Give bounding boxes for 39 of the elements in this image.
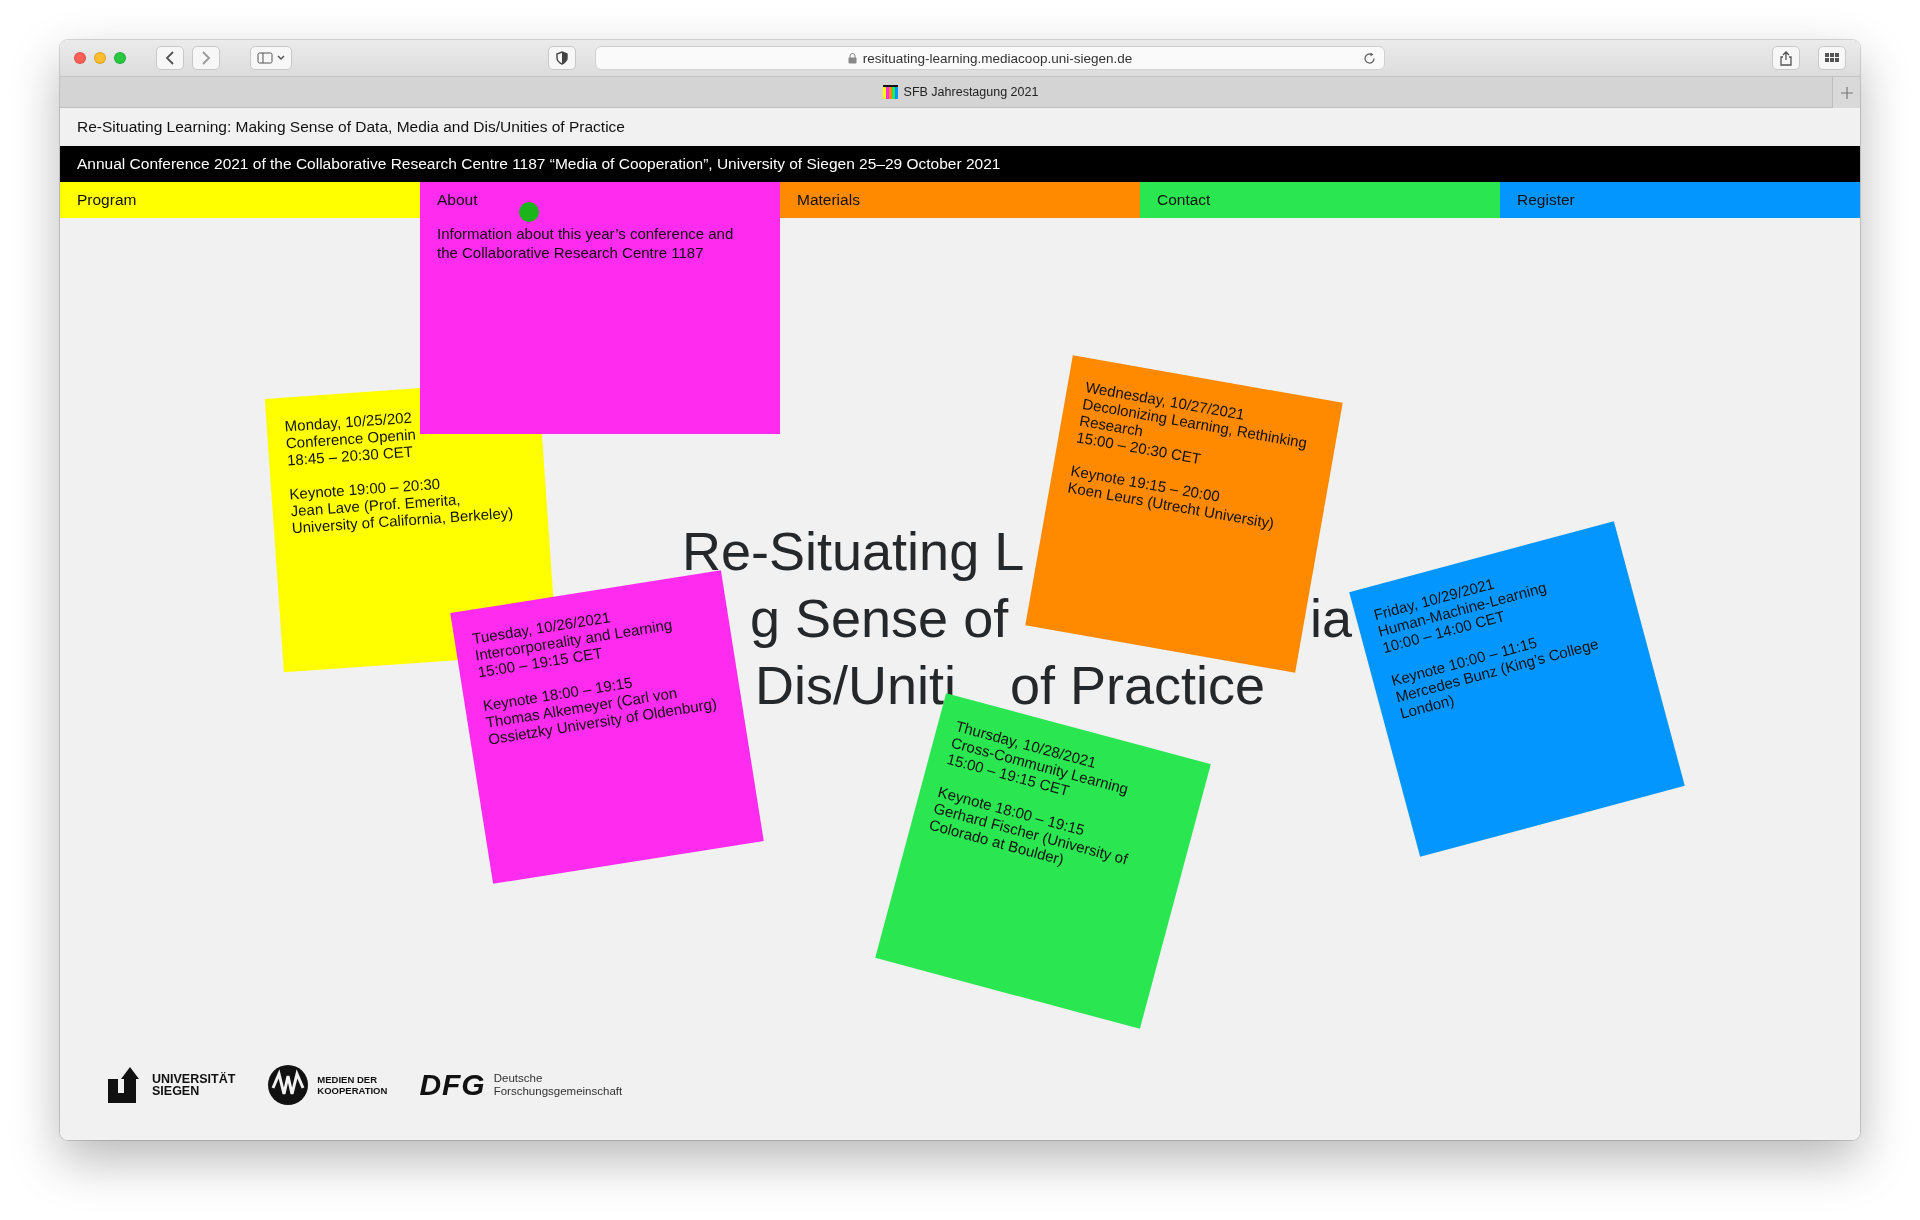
forward-button[interactable] — [192, 46, 220, 70]
privacy-shield-button[interactable] — [548, 46, 576, 70]
plus-icon — [1840, 86, 1853, 99]
reload-icon[interactable] — [1363, 51, 1376, 65]
dfg-logo: DFG — [419, 1068, 486, 1102]
nav-link[interactable]: About — [420, 182, 780, 218]
nav-link[interactable]: Register — [1500, 182, 1860, 218]
shield-icon — [556, 51, 568, 65]
chevron-right-icon — [201, 51, 211, 65]
logo-text: MEDIEN DER KOOPERATION — [317, 1074, 388, 1096]
address-field[interactable]: resituating-learning.mediacoop.uni-siegen.de — [595, 46, 1385, 70]
nav-link[interactable]: Materials — [780, 182, 1140, 218]
tab-title: SFB Jahrestagung 2021 — [903, 85, 1039, 99]
browser-tab[interactable]: SFB Jahrestagung 2021 — [881, 84, 1039, 100]
site-title[interactable]: Re-Situating Learning: Making Sense of Data, Media and Dis/Unities of Practice — [60, 108, 1860, 146]
back-button[interactable] — [156, 46, 184, 70]
maximize-button[interactable] — [114, 52, 126, 64]
chevron-left-icon — [165, 51, 175, 65]
caret-icon — [277, 55, 285, 61]
minimize-button[interactable] — [94, 52, 106, 64]
share-icon — [1780, 50, 1792, 66]
url-text: resituating-learning.mediacoop.uni-siegen.de — [862, 50, 1133, 66]
nav-link[interactable]: Contact — [1140, 182, 1500, 218]
sidebar-button[interactable] — [250, 46, 292, 70]
announcement-bar: Annual Conference 2021 of the Collaborative Research Centre 1187 “Media of Cooperation”, University of Siegen 25–29 October 2021 — [60, 146, 1860, 182]
sidebar-icon — [257, 52, 273, 64]
logo-text: Deutsche Forschungsgemeinschaft — [493, 1072, 623, 1098]
grid-icon — [1825, 53, 1839, 63]
cooperation-logo-icon — [267, 1064, 310, 1106]
tab-overview-button[interactable] — [1818, 46, 1846, 70]
favicon-icon — [881, 84, 898, 100]
new-tab-button[interactable] — [1832, 77, 1860, 108]
dropdown-text[interactable]: Information about this year’s conference and the Collaborative Research Centre 1187 — [437, 224, 757, 262]
close-button[interactable] — [74, 52, 86, 64]
share-button[interactable] — [1772, 46, 1800, 70]
cursor-dot-icon — [519, 202, 539, 222]
logo-text: UNIVERSITÄT SIEGEN — [152, 1073, 236, 1097]
nav-link[interactable]: Program — [60, 182, 420, 218]
lock-icon — [847, 52, 857, 64]
